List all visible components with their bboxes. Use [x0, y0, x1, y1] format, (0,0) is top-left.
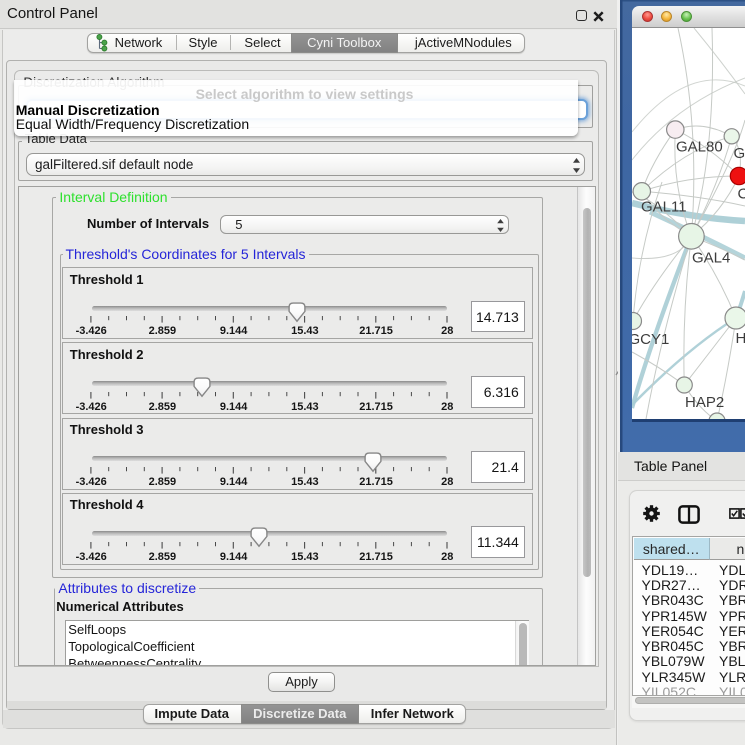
svg-text:GAL4: GAL4 [692, 250, 730, 267]
svg-text:HA: HA [736, 330, 745, 347]
svg-text:GCY1: GCY1 [632, 331, 669, 348]
svg-text:GA: GA [734, 145, 745, 162]
svg-text:GAL11: GAL11 [641, 199, 687, 216]
svg-text:GAL80: GAL80 [676, 139, 723, 156]
svg-text:CA: CA [738, 186, 745, 203]
svg-text:HAP2: HAP2 [685, 394, 724, 411]
